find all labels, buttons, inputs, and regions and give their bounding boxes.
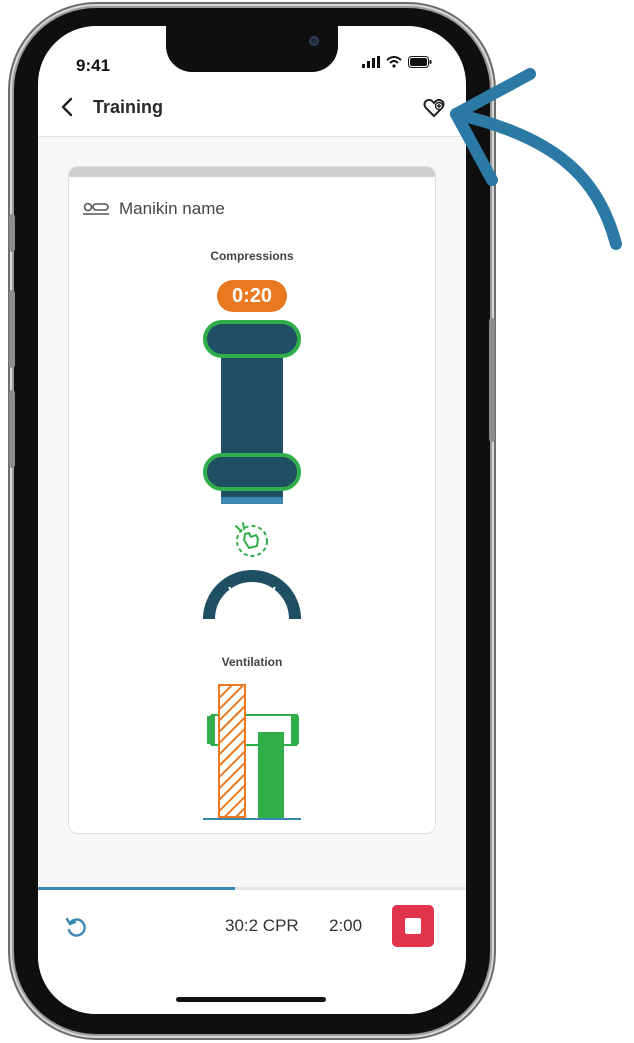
reset-icon — [65, 917, 86, 937]
chevron-left-icon — [61, 97, 73, 117]
mute-switch — [9, 214, 15, 252]
reset-button[interactable] — [64, 915, 88, 939]
card-top-strip — [69, 167, 435, 177]
power-button — [489, 318, 495, 442]
home-indicator — [176, 997, 326, 1002]
status-time: 9:41 — [76, 56, 111, 75]
rate-arc-gauge — [203, 570, 301, 620]
volume-up-button — [9, 290, 15, 368]
back-button[interactable] — [60, 96, 74, 124]
session-progress-fill — [38, 887, 235, 890]
manikin-card: Manikin name Compressions 0:20 Ventilati… — [68, 166, 436, 834]
page-title: Training — [93, 97, 164, 117]
compressions-label: Compressions — [210, 249, 294, 263]
stop-icon — [405, 918, 421, 934]
ventilation-good-bar — [258, 732, 284, 818]
favorite-button[interactable] — [422, 96, 446, 120]
volume-down-button — [9, 390, 15, 468]
bottom-bar: 30:2 CPR 2:00 — [38, 887, 466, 1014]
compression-timer: 0:20 — [217, 280, 287, 312]
session-duration: 2:00 — [329, 916, 363, 935]
manikin-icon — [83, 202, 109, 215]
heart-plus-icon — [423, 98, 445, 118]
manikin-row: Manikin name — [83, 199, 225, 219]
session-progress-track — [38, 887, 466, 890]
compression-gauge — [203, 320, 301, 504]
stop-button[interactable] — [392, 905, 434, 947]
screen: 9:41 Training Manikin name Compressions … — [38, 26, 466, 1014]
status-icons — [362, 56, 432, 68]
front-camera — [309, 36, 319, 46]
signal-icon — [362, 56, 380, 68]
notch — [166, 26, 338, 72]
hand-compression-icon — [235, 522, 268, 557]
compression-lower-target — [203, 453, 301, 491]
compression-upper-target — [203, 320, 301, 358]
ventilation-gauge — [203, 684, 301, 820]
ventilation-volume-bar — [218, 684, 246, 818]
cpr-mode-label: 30:2 CPR — [225, 916, 299, 935]
annotation-arrow — [450, 68, 622, 250]
battery-icon — [408, 56, 432, 68]
wifi-icon — [386, 56, 402, 68]
manikin-name: Manikin name — [119, 199, 225, 218]
ventilation-label: Ventilation — [221, 655, 283, 669]
nav-header: Training — [38, 90, 466, 137]
